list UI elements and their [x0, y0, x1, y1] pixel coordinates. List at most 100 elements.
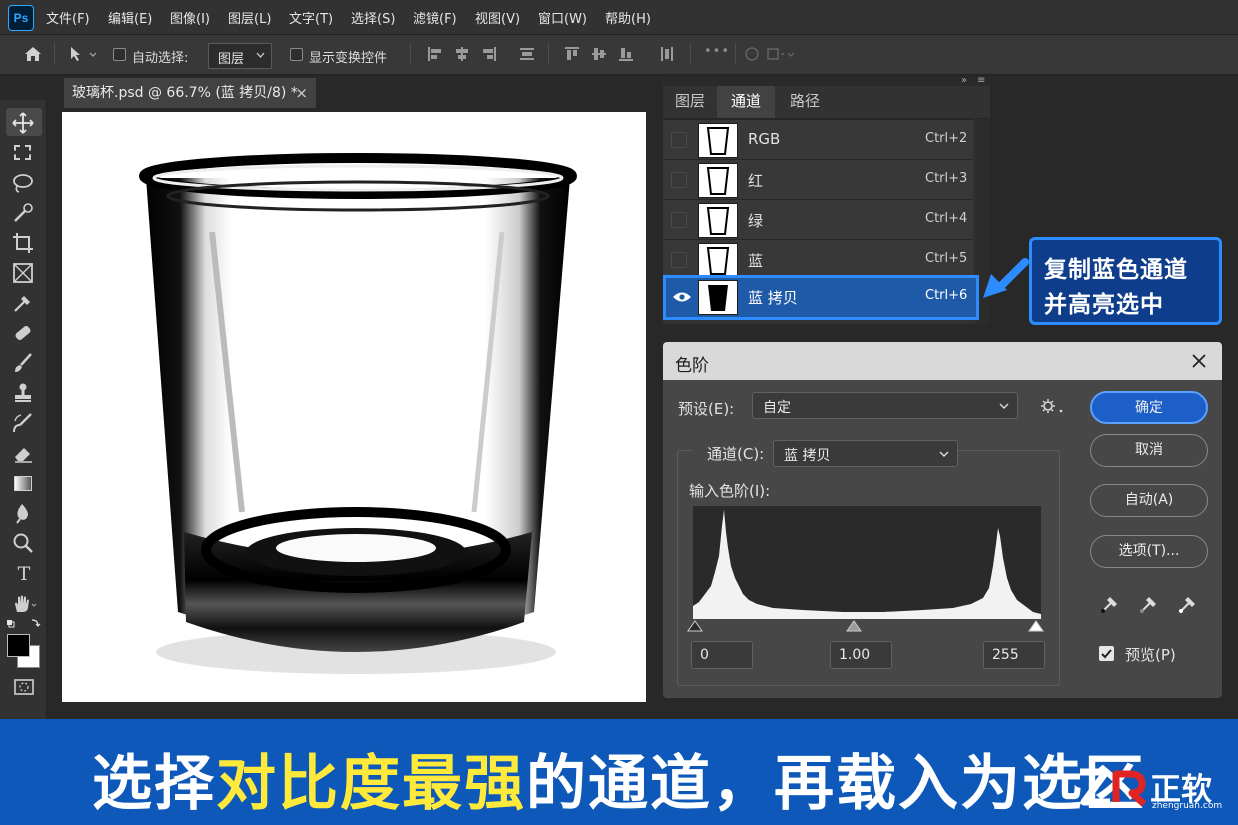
- frame-tool-icon[interactable]: [12, 262, 34, 284]
- show-transform-checkbox[interactable]: [290, 48, 303, 61]
- gamma-slider[interactable]: [846, 620, 862, 632]
- move-tool-preset-icon[interactable]: [68, 45, 98, 63]
- divider: [548, 43, 549, 65]
- menu-edit[interactable]: 编辑(E): [108, 8, 152, 27]
- eye-icon[interactable]: [672, 290, 692, 304]
- callout-line-1: 复制蓝色通道: [1044, 257, 1188, 283]
- document-tab[interactable]: 玻璃杯.psd @ 66.7% (蓝 拷贝/8) * ×: [64, 78, 316, 108]
- channel-row-rgb[interactable]: RGB Ctrl+2: [663, 119, 973, 159]
- quick-selection-tool-icon[interactable]: [12, 202, 34, 224]
- input-gamma-field[interactable]: 1.00: [830, 641, 892, 669]
- gradient-tool-icon[interactable]: [14, 476, 32, 491]
- tab-channels[interactable]: 通道: [717, 86, 775, 118]
- auto-select-dropdown[interactable]: 图层: [208, 43, 272, 69]
- channel-shortcut: Ctrl+2: [925, 131, 968, 146]
- auto-button[interactable]: 自动(A): [1090, 484, 1208, 517]
- black-point-slider[interactable]: [687, 620, 703, 632]
- home-icon[interactable]: [23, 45, 43, 63]
- menu-window[interactable]: 窗口(W): [538, 8, 587, 27]
- zhengruan-logo: [1080, 768, 1147, 807]
- move-tool-icon[interactable]: [12, 112, 34, 134]
- preset-dropdown[interactable]: 自定: [752, 392, 1018, 419]
- input-black-field[interactable]: 0: [691, 641, 753, 669]
- preset-options-gear-icon[interactable]: [1040, 398, 1064, 414]
- channels-panel: » ≡ 图层 通道 路径 RGB Ctrl+2 红 Ctrl+3 绿 Ctrl+…: [663, 75, 990, 324]
- menu-file[interactable]: 文件(F): [46, 8, 90, 27]
- collapse-panel-icon[interactable]: »: [961, 75, 967, 86]
- channel-row-blue-copy[interactable]: 蓝 拷贝 Ctrl+6: [663, 275, 979, 320]
- clone-stamp-tool-icon[interactable]: [12, 382, 34, 404]
- canvas[interactable]: [62, 112, 646, 702]
- channel-row-red[interactable]: 红 Ctrl+3: [663, 159, 973, 199]
- eyedropper-tool-icon[interactable]: [12, 292, 34, 314]
- menu-help[interactable]: 帮助(H): [605, 8, 651, 27]
- quick-mask-icon[interactable]: [13, 678, 35, 696]
- input-white-field[interactable]: 255: [983, 641, 1045, 669]
- channel-row-green[interactable]: 绿 Ctrl+4: [663, 199, 973, 239]
- input-gamma-value: 1.00: [839, 647, 871, 663]
- tab-paths[interactable]: 路径: [777, 86, 833, 118]
- 3d-mode-icon[interactable]: [744, 46, 804, 62]
- white-point-slider[interactable]: [1028, 620, 1044, 632]
- marquee-tool-icon[interactable]: [14, 145, 31, 160]
- channel-thumbnail: [698, 163, 738, 198]
- panel-header-strip: [663, 78, 990, 86]
- close-tab-icon[interactable]: ×: [295, 78, 308, 108]
- hand-tool-icon[interactable]: [12, 594, 40, 614]
- menu-layer[interactable]: 图层(L): [228, 8, 271, 27]
- histogram-plot: [693, 510, 1041, 619]
- visibility-toggle[interactable]: [671, 172, 687, 188]
- menu-select[interactable]: 选择(S): [351, 8, 395, 27]
- channel-thumbnail: [698, 243, 738, 278]
- tab-layers[interactable]: 图层: [665, 86, 715, 118]
- distribute-vertical-icon[interactable]: [520, 47, 534, 61]
- align-bottom-icon[interactable]: [619, 47, 633, 61]
- channel-row-blue[interactable]: 蓝 Ctrl+5: [663, 239, 973, 279]
- menu-view[interactable]: 视图(V): [475, 8, 520, 27]
- channel-name: 红: [748, 172, 764, 190]
- align-center-h-icon[interactable]: [455, 47, 469, 61]
- channel-value: 蓝 拷贝: [784, 448, 831, 464]
- healing-brush-tool-icon[interactable]: [12, 322, 34, 344]
- type-tool-icon[interactable]: T: [10, 560, 38, 588]
- brush-tool-icon[interactable]: [12, 352, 34, 374]
- white-eyedropper-icon[interactable]: [1177, 593, 1199, 615]
- align-left-icon[interactable]: [428, 47, 442, 61]
- input-sliders[interactable]: [685, 619, 1049, 635]
- menu-type[interactable]: 文字(T): [289, 8, 333, 27]
- visibility-toggle[interactable]: [671, 132, 687, 148]
- align-middle-v-icon[interactable]: [592, 47, 606, 61]
- auto-select-checkbox[interactable]: [113, 48, 126, 61]
- distribute-horizontal-icon[interactable]: [660, 47, 674, 61]
- lasso-tool-icon[interactable]: [12, 172, 34, 194]
- channel-dropdown[interactable]: 蓝 拷贝: [773, 440, 958, 467]
- gray-eyedropper-icon[interactable]: [1138, 593, 1160, 615]
- more-options-icon[interactable]: •••: [704, 44, 730, 59]
- menu-image[interactable]: 图像(I): [170, 8, 210, 27]
- crop-tool-icon[interactable]: [12, 232, 34, 254]
- visibility-toggle[interactable]: [671, 212, 687, 228]
- options-button[interactable]: 选项(T)...: [1090, 535, 1208, 568]
- preview-checkbox[interactable]: [1099, 646, 1114, 661]
- ok-button[interactable]: 确定: [1090, 391, 1208, 424]
- close-icon[interactable]: [1191, 353, 1207, 369]
- show-transform-label: 显示变换控件: [309, 51, 388, 66]
- channel-shortcut: Ctrl+5: [925, 251, 968, 266]
- cancel-button[interactable]: 取消: [1090, 434, 1208, 467]
- eraser-tool-icon[interactable]: [12, 442, 34, 464]
- reset-swap-colors-icon[interactable]: [6, 618, 42, 630]
- foreground-color-swatch[interactable]: [7, 634, 30, 657]
- menu-filter[interactable]: 滤镜(F): [413, 8, 457, 27]
- history-brush-tool-icon[interactable]: [12, 412, 34, 434]
- zoom-tool-icon[interactable]: [12, 532, 34, 554]
- align-right-icon[interactable]: [482, 47, 496, 61]
- visibility-toggle[interactable]: [671, 252, 687, 268]
- caption-part-1: 选择: [92, 749, 216, 819]
- panel-menu-icon[interactable]: ≡: [977, 75, 985, 86]
- callout-arrow-icon: [983, 258, 1029, 298]
- divider: [735, 43, 736, 65]
- channel-shortcut: Ctrl+3: [925, 171, 968, 186]
- black-eyedropper-icon[interactable]: [1099, 593, 1121, 615]
- blur-tool-icon[interactable]: [12, 502, 34, 524]
- align-top-icon[interactable]: [565, 47, 579, 61]
